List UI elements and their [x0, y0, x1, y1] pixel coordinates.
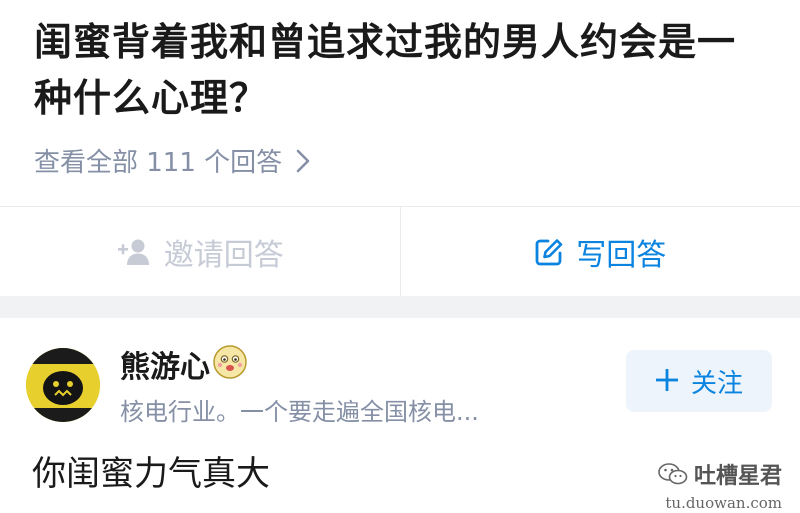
write-answer-label: 写回答 [576, 238, 667, 273]
answer-excerpt[interactable]: 你闺蜜力气真大 [32, 446, 270, 495]
wechat-icon [658, 463, 688, 485]
avatar[interactable] [26, 348, 100, 422]
view-all-answers-link[interactable]: 查看全部 111 个回答 [34, 142, 310, 179]
invite-answer-label: 邀请回答 [163, 238, 284, 273]
watermark-brand: 吐槽星君 [693, 464, 782, 489]
answer-author-row: 熊游心 核电行业。一个要走遍全国核电... 关注 [0, 318, 800, 428]
watermark-site: tu.duowan.com [665, 494, 782, 512]
author-bio: 核电行业。一个要走遍全国核电... [120, 398, 479, 426]
question-action-bar: 邀请回答 写回答 [0, 206, 800, 297]
author-name[interactable]: 熊游心 [120, 342, 210, 386]
write-answer-button[interactable]: 写回答 [401, 207, 800, 297]
section-divider [0, 296, 800, 318]
question-title: 闺蜜背着我和曾追求过我的男人约会是一种什么心理？ [34, 20, 737, 120]
follow-button[interactable]: 关注 [626, 350, 772, 412]
watermark: 吐槽星君 tu.duowan.com [582, 458, 782, 512]
plus-icon [655, 364, 679, 398]
invite-answer-button[interactable]: 邀请回答 [0, 207, 401, 297]
follow-label: 关注 [690, 368, 743, 399]
edit-icon [534, 237, 564, 267]
add-user-icon [116, 238, 152, 266]
view-all-label: 查看全部 111 个回答 [34, 148, 283, 178]
chevron-right-icon [296, 149, 310, 173]
emoji-badge-icon [212, 344, 248, 380]
